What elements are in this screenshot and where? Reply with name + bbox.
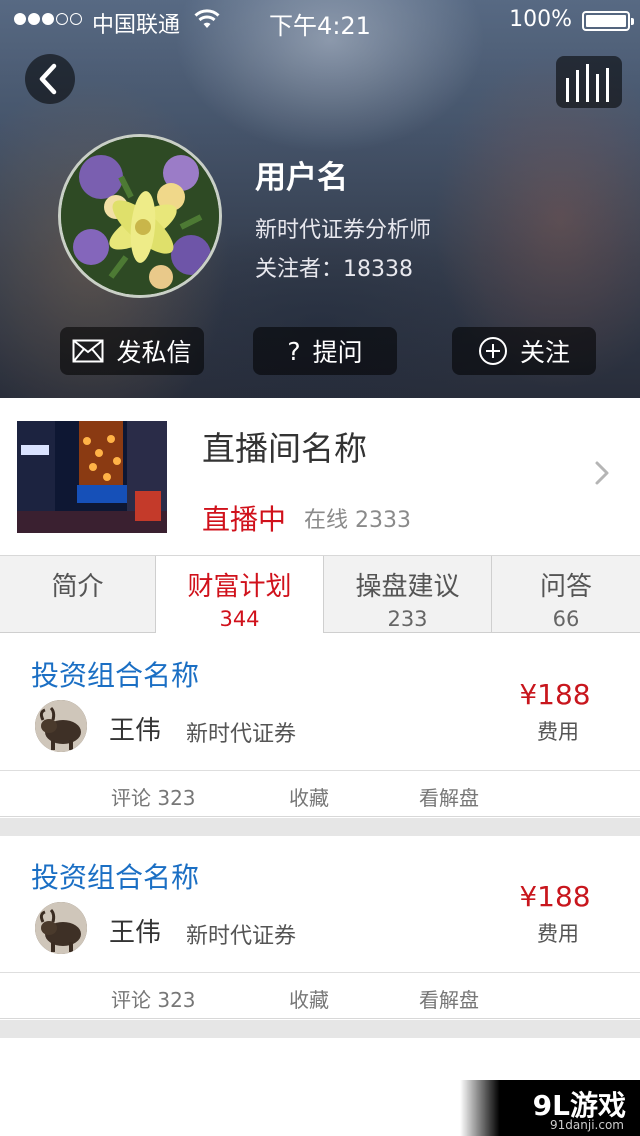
section-divider [0,1020,640,1038]
ask-question-label: 提问 [312,338,363,367]
comments-button[interactable]: 评论 323 [111,782,196,811]
portfolio-name[interactable]: 投资组合名称 [31,856,199,896]
section-divider [0,818,640,836]
live-room-thumbnail [17,421,167,533]
live-room-row[interactable]: 直播间名称 直播中 在线 2333 [0,398,640,556]
section-tabs: 简介 财富计划 344 操盘建议 233 问答 66 [0,556,640,633]
battery-icon [582,11,634,31]
favorite-button[interactable]: 收藏 [289,984,329,1013]
tab-count: 344 [219,607,260,631]
portfolio-name[interactable]: 投资组合名称 [31,654,199,694]
watermark-url: 91danji.com [550,1118,624,1132]
question-mark-icon: ? [287,336,301,366]
city-night-image [17,421,167,533]
tab-count: 233 [387,607,428,631]
tab-label: 简介 [51,572,104,602]
favorite-button[interactable]: 收藏 [289,782,329,811]
comments-button[interactable]: 评论 323 [111,984,196,1013]
portfolio-card[interactable]: 投资组合名称 王伟 新时代证券 ¥188 费用 评论 323 收藏 看解盘 [0,836,640,1019]
advisor-name: 王伟 [109,716,162,746]
status-bar: 中国联通 下午4:21 100% [0,0,640,40]
user-name: 用户名 [255,160,348,196]
chart-button[interactable] [556,56,622,108]
portfolio-card[interactable]: 投资组合名称 王伟 新时代证券 ¥188 费用 评论 323 收藏 看解盘 [0,634,640,817]
portfolio-price: ¥188 [519,678,591,711]
portfolio-price: ¥188 [519,880,591,913]
card-actions: 评论 323 收藏 看解盘 [0,770,640,817]
view-analysis-button[interactable]: 看解盘 [419,984,479,1013]
fee-label: 费用 [537,720,579,744]
send-message-button[interactable]: 发私信 [60,327,204,375]
advisor-organization: 新时代证券 [186,722,297,747]
send-message-label: 发私信 [116,338,192,367]
profile-header: 中国联通 下午4:21 100% 用户名 新时代证券分析师 关注者：18338 … [0,0,640,398]
tab-count: 66 [552,607,580,631]
live-status-badge: 直播中 [202,503,287,536]
envelope-icon [72,339,104,363]
view-analysis-button[interactable]: 看解盘 [419,782,479,811]
back-button[interactable] [25,54,75,104]
follow-label: 关注 [519,338,570,367]
advisor-avatar[interactable] [35,902,87,954]
online-count: 在线 2333 [304,508,411,533]
follower-count: 关注者：18338 [255,257,413,282]
bull-avatar-image [35,902,87,954]
tab-label: 操盘建议 [355,572,460,602]
tab-trading-advice[interactable]: 操盘建议 233 [324,556,492,633]
user-avatar[interactable] [58,134,222,298]
live-room-name: 直播间名称 [202,429,367,468]
follow-button[interactable]: 关注 [452,327,596,375]
fee-label: 费用 [537,922,579,946]
chevron-right-icon [595,461,609,485]
tab-wealth-plan[interactable]: 财富计划 344 [156,556,324,633]
site-watermark: 9L游戏 91danji.com [460,1080,640,1136]
tab-label: 问答 [539,572,592,602]
ask-question-button[interactable]: ? 提问 [253,327,397,375]
tab-label: 财富计划 [187,572,292,602]
user-title: 新时代证券分析师 [255,218,432,243]
battery-percent: 100% [509,7,572,32]
chevron-left-icon [39,63,57,95]
bar-chart-icon [566,64,609,102]
advisor-name: 王伟 [109,918,162,948]
tab-intro[interactable]: 简介 [0,556,156,633]
advisor-avatar[interactable] [35,700,87,752]
card-actions: 评论 323 收藏 看解盘 [0,972,640,1019]
bull-avatar-image [35,700,87,752]
tab-qa[interactable]: 问答 66 [492,556,640,633]
flower-avatar-image [61,137,219,295]
plus-circle-icon [478,337,507,365]
advisor-organization: 新时代证券 [186,924,297,949]
